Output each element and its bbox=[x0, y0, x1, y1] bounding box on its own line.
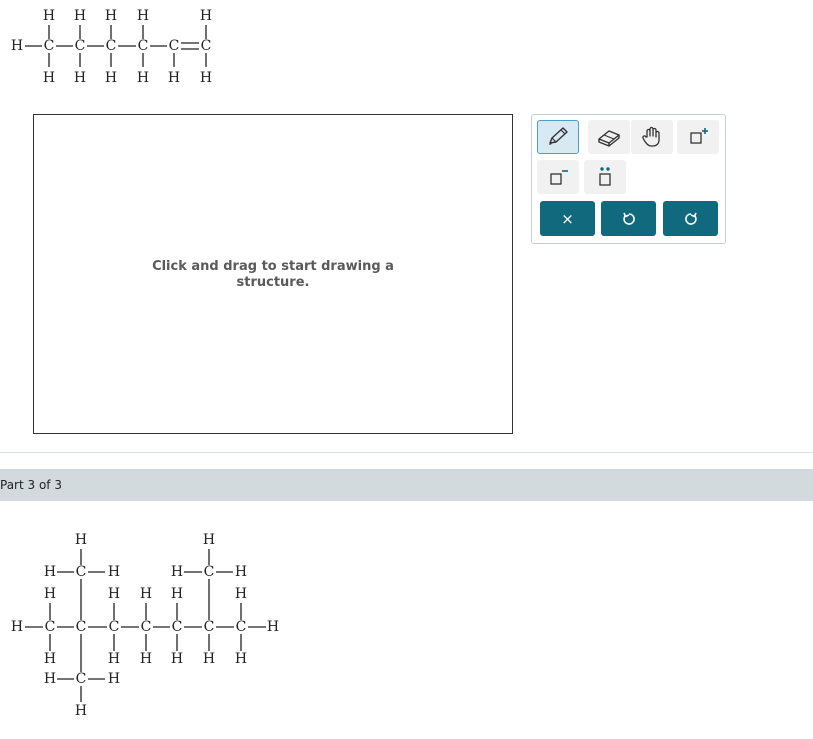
canvas-hint-line2: structure. bbox=[236, 275, 310, 290]
atom-h: H bbox=[74, 70, 86, 86]
atom-h: H bbox=[168, 70, 180, 86]
atom-c: C bbox=[204, 564, 215, 580]
atom-h: H bbox=[203, 651, 215, 667]
atom-h: H bbox=[44, 671, 56, 687]
atom-c: C bbox=[201, 38, 212, 54]
negative-charge-icon bbox=[550, 170, 568, 185]
atom-h: H bbox=[203, 532, 215, 548]
atom-h: H bbox=[74, 8, 86, 24]
atom-c: C bbox=[236, 619, 247, 635]
drawing-canvas[interactable]: Click and drag to start drawing a struct… bbox=[33, 114, 513, 434]
positive-charge-icon bbox=[690, 128, 708, 144]
lone-pair-tool-button[interactable] bbox=[584, 160, 626, 194]
clear-button[interactable]: × bbox=[540, 201, 595, 236]
atom-h: H bbox=[44, 651, 56, 667]
atom-h: H bbox=[171, 651, 183, 667]
atom-c: C bbox=[44, 38, 55, 54]
atom-c: C bbox=[76, 564, 87, 580]
eraser-tool-button[interactable] bbox=[588, 120, 630, 154]
atom-h: H bbox=[105, 8, 117, 24]
atom-c: C bbox=[172, 619, 183, 635]
pencil-icon bbox=[549, 127, 568, 145]
atom-c: C bbox=[76, 619, 87, 635]
atom-h: H bbox=[43, 8, 55, 24]
pencil-tool-button[interactable] bbox=[537, 120, 579, 154]
atom-c: C bbox=[169, 38, 180, 54]
atom-c: C bbox=[106, 38, 117, 54]
canvas-hint-line1: Click and drag to start drawing a bbox=[152, 259, 394, 274]
part-header-bar: Part 3 of 3 bbox=[0, 469, 813, 501]
atom-h: H bbox=[44, 586, 56, 602]
undo-button[interactable] bbox=[601, 201, 656, 236]
atom-h: H bbox=[108, 651, 120, 667]
atom-c: C bbox=[45, 619, 56, 635]
atom-c: C bbox=[141, 619, 152, 635]
atom-h: H bbox=[171, 586, 183, 602]
atom-h: H bbox=[108, 586, 120, 602]
close-icon: × bbox=[561, 209, 574, 228]
atom-c: C bbox=[204, 619, 215, 635]
atom-h: H bbox=[11, 38, 23, 54]
atom-h: H bbox=[235, 651, 247, 667]
atom-h: H bbox=[171, 564, 183, 580]
atom-h: H bbox=[75, 532, 87, 548]
atom-c: C bbox=[138, 38, 149, 54]
canvas-hint: Click and drag to start drawing a struct… bbox=[34, 259, 512, 291]
atom-c: C bbox=[75, 38, 86, 54]
atom-h: H bbox=[140, 586, 152, 602]
add-negative-charge-button[interactable] bbox=[537, 160, 579, 194]
section-divider bbox=[0, 452, 813, 453]
atom-h: H bbox=[44, 564, 56, 580]
atom-h: H bbox=[108, 564, 120, 580]
atom-h: H bbox=[105, 70, 117, 86]
undo-icon bbox=[622, 212, 635, 225]
redo-icon bbox=[684, 212, 697, 225]
atom-c: C bbox=[109, 619, 120, 635]
hand-icon bbox=[642, 126, 660, 147]
atom-h: H bbox=[75, 703, 87, 719]
atom-h: H bbox=[137, 70, 149, 86]
atom-h: H bbox=[137, 8, 149, 24]
atom-h: H bbox=[235, 586, 247, 602]
atom-h: H bbox=[43, 70, 55, 86]
drawing-toolbar: × bbox=[531, 114, 726, 244]
eraser-icon bbox=[598, 130, 620, 147]
atom-h: H bbox=[108, 671, 120, 687]
lone-pair-icon bbox=[599, 167, 611, 186]
add-positive-charge-button[interactable] bbox=[677, 120, 719, 154]
hand-tool-button[interactable] bbox=[631, 120, 673, 154]
atom-h: H bbox=[200, 8, 212, 24]
atom-h: H bbox=[11, 619, 23, 635]
part-label: Part 3 of 3 bbox=[0, 478, 62, 492]
atom-h: H bbox=[200, 70, 212, 86]
atom-h: H bbox=[267, 619, 279, 635]
atom-c: C bbox=[76, 671, 87, 687]
atom-h: H bbox=[140, 651, 152, 667]
top-structural-formula: H H H H H H C C C C C C H H H H H H bbox=[11, 8, 212, 86]
redo-button[interactable] bbox=[663, 201, 718, 236]
atom-h: H bbox=[235, 564, 247, 580]
